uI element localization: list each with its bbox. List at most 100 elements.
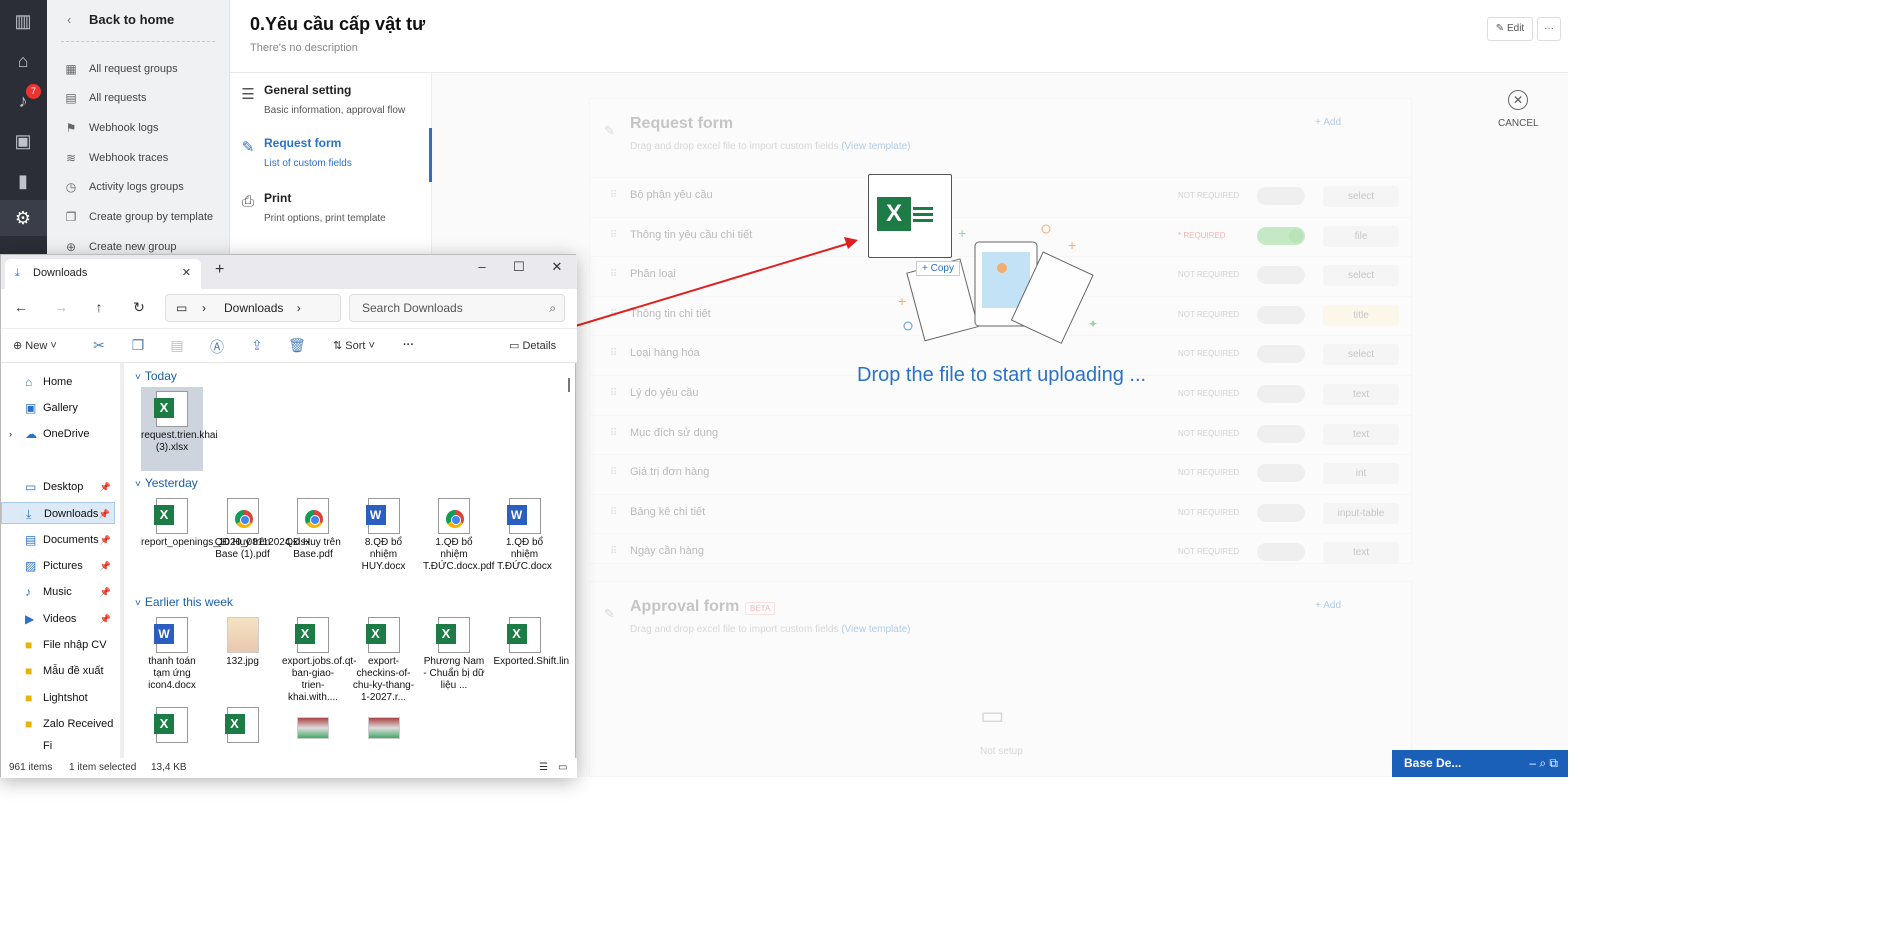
required-toggle[interactable] <box>1257 266 1305 285</box>
paste-icon[interactable]: ▤ <box>167 337 187 354</box>
nav-item-music[interactable]: ♪ Music 📌 <box>1 581 115 603</box>
required-toggle[interactable] <box>1257 503 1305 522</box>
more-options-icon[interactable]: ··· <box>403 339 414 351</box>
edit-button[interactable]: ✎ Edit <box>1487 17 1533 41</box>
tiles-view-icon[interactable]: ▭ <box>558 758 567 778</box>
share-icon[interactable]: ⇪ <box>247 337 267 354</box>
expand-icon[interactable]: › <box>9 423 12 445</box>
file-item[interactable]: 132.jpg <box>212 613 274 697</box>
back-arrow-icon[interactable]: ← <box>11 299 31 315</box>
file-item[interactable]: export.jobs.of.qt-ban-giao-trien-khai.wi… <box>282 613 356 703</box>
file-item[interactable] <box>141 703 203 758</box>
file-item[interactable]: export-checkins-of-chu-ky-thang-1-2027.r… <box>353 613 415 703</box>
view-template-link[interactable]: (View template) <box>841 624 910 635</box>
file-item[interactable] <box>282 703 344 758</box>
required-toggle[interactable] <box>1257 345 1305 364</box>
field-row[interactable]: ⠿ Bảng kê chi tiết NOT REQUIRED input-ta… <box>590 493 1413 533</box>
drag-handle-icon[interactable]: ⠿ <box>610 507 617 518</box>
nav-item-downloads[interactable]: ⤓ Downloads 📌 <box>1 502 115 524</box>
nav-item-zalo-received-fi[interactable]: ■ Zalo Received Fi <box>1 713 115 752</box>
cancel-button[interactable]: ✕ CANCEL <box>1498 90 1539 129</box>
nav-item-onedrive[interactable]: › ☁ OneDrive <box>1 423 115 445</box>
search-input[interactable]: Search Downloads ⌕ <box>349 294 565 322</box>
field-row[interactable]: ⠿ Ngày cần hàng NOT REQUIRED text <box>590 533 1413 572</box>
required-toggle[interactable] <box>1257 305 1305 324</box>
required-toggle[interactable] <box>1257 385 1305 403</box>
cut-icon[interactable]: ✂ <box>89 337 109 354</box>
drag-handle-icon[interactable]: ⠿ <box>610 546 617 557</box>
file-item[interactable]: Phương Nam - Chuẩn bị dữ liệu ... <box>423 613 485 697</box>
list-view-icon[interactable]: ☰ <box>539 758 548 778</box>
required-toggle[interactable] <box>1257 187 1305 205</box>
home-icon[interactable]: ⌂ <box>12 50 34 72</box>
nav-item-videos[interactable]: ▶ Videos 📌 <box>1 608 115 630</box>
gear-icon[interactable]: ⚙ <box>12 207 34 229</box>
forward-arrow-icon[interactable]: → <box>51 299 71 315</box>
refresh-icon[interactable]: ↻ <box>129 299 149 316</box>
tab-general-setting[interactable]: ☰ General setting List of custom fields … <box>230 75 432 125</box>
sidebar-item-activity-logs-groups[interactable]: ◷ Activity logs groups <box>63 177 233 197</box>
field-row[interactable]: ⠿ Giá trị đơn hàng NOT REQUIRED int <box>590 454 1413 493</box>
minimize-button[interactable]: – <box>467 259 497 274</box>
tab-print[interactable]: ⎙ Print Print options, print template <box>230 183 432 233</box>
file-item[interactable]: request.trien.khai (3).xlsx <box>141 387 218 471</box>
add-approval-button[interactable]: + Add <box>1315 600 1341 611</box>
required-toggle[interactable] <box>1257 543 1305 562</box>
pane-divider[interactable] <box>120 363 124 758</box>
group-earlier-this-week[interactable]: ˅ Earlier this week <box>135 595 233 609</box>
view-template-link[interactable]: (View template) <box>841 141 910 152</box>
sidebar-item-all-request-groups[interactable]: ▦ All request groups <box>63 59 233 79</box>
tab-request-form[interactable]: ✎ Request form List of custom fields <box>230 128 432 182</box>
copy-icon[interactable]: ❐ <box>128 337 148 354</box>
add-field-button[interactable]: + Add <box>1315 117 1341 128</box>
sidebar-item-create-group-by-template[interactable]: ❐ Create group by template <box>63 207 233 227</box>
file-item[interactable]: report_openings_1020_08112024.xlsx <box>141 494 310 578</box>
up-arrow-icon[interactable]: ↑ <box>89 299 109 315</box>
file-item[interactable]: 8.QĐ bổ nhiệm HUY.docx <box>353 494 415 578</box>
file-item[interactable]: 1.QĐ bổ nhiệm T.ĐỨC.docx <box>494 494 556 578</box>
file-item[interactable]: QĐ Huy trên Base (1).pdf <box>212 494 274 578</box>
maximize-button[interactable]: ☐ <box>504 259 534 275</box>
required-toggle[interactable] <box>1257 464 1305 483</box>
new-tab-button[interactable]: + <box>215 261 224 279</box>
sort-button[interactable]: ⇅ Sort ˅ <box>333 339 375 352</box>
search-doc-icon[interactable]: ▣ <box>12 130 34 152</box>
file-item[interactable]: 1.QĐ bổ nhiệm T.ĐỨC.docx.pdf <box>423 494 494 578</box>
tab-downloads[interactable]: ⤓ Downloads ✕ <box>5 259 201 289</box>
close-tab-icon[interactable]: ✕ <box>182 259 191 287</box>
sidebar-item-all-requests[interactable]: ▤ All requests <box>63 88 233 108</box>
delete-icon[interactable]: 🗑 <box>287 337 307 354</box>
file-item[interactable]: QĐ Huy trên Base.pdf <box>282 494 344 578</box>
drag-handle-icon[interactable]: ⠿ <box>610 467 617 478</box>
nav-item-file-nh-p-cv[interactable]: ■ File nhập CV <box>1 634 115 656</box>
close-window-button[interactable]: ✕ <box>542 259 572 275</box>
drag-handle-icon[interactable]: ⠿ <box>610 190 617 201</box>
nav-item-lightshot[interactable]: ■ Lightshot <box>1 687 115 709</box>
chip-controls-icon[interactable]: – ⌕ ⧉ <box>1529 750 1558 777</box>
nav-item-documents[interactable]: ▤ Documents 📌 <box>1 529 115 551</box>
file-item[interactable]: Exported.Shift.linhnguyen99.xls <box>494 613 569 697</box>
details-button[interactable]: ▭ Details <box>509 339 556 352</box>
logo-icon[interactable]: ▥ <box>12 10 34 32</box>
nav-item-m-u-xu-t[interactable]: ■ Mẫu đề xuất <box>1 660 115 682</box>
required-toggle[interactable] <box>1257 226 1305 245</box>
field-row[interactable]: ⠿ Bộ phận yêu cầu NOT REQUIRED select <box>590 177 1413 216</box>
nav-item-gallery[interactable]: ▣ Gallery <box>1 397 115 419</box>
more-button[interactable]: ··· <box>1537 17 1561 41</box>
nav-item-desktop[interactable]: ▭ Desktop 📌 <box>1 476 115 498</box>
sidebar-item-webhook-logs[interactable]: ⚑ Webhook logs <box>63 118 233 138</box>
file-item[interactable]: thanh toán tạm ứng icon4.docx <box>141 613 203 697</box>
address-field[interactable]: ▭ › Downloads › <box>165 294 341 322</box>
chart-icon[interactable]: ▮ <box>12 170 34 192</box>
rename-icon[interactable]: Ⓐ <box>207 337 227 357</box>
group-yesterday[interactable]: ˅ Yesterday <box>135 476 198 490</box>
nav-item-pictures[interactable]: ▨ Pictures 📌 <box>1 555 115 577</box>
file-item[interactable] <box>212 703 274 758</box>
file-item[interactable] <box>353 703 415 758</box>
taskbar-chip[interactable]: Base De... – ⌕ ⧉ <box>1392 750 1568 777</box>
required-toggle[interactable] <box>1257 424 1305 443</box>
nav-item-home[interactable]: ⌂ Home <box>1 371 115 393</box>
group-today[interactable]: ˅ Today <box>135 369 177 383</box>
back-to-home-link[interactable]: ‹ Back to home <box>61 10 215 42</box>
sidebar-item-webhook-traces[interactable]: ≋ Webhook traces <box>63 148 233 168</box>
